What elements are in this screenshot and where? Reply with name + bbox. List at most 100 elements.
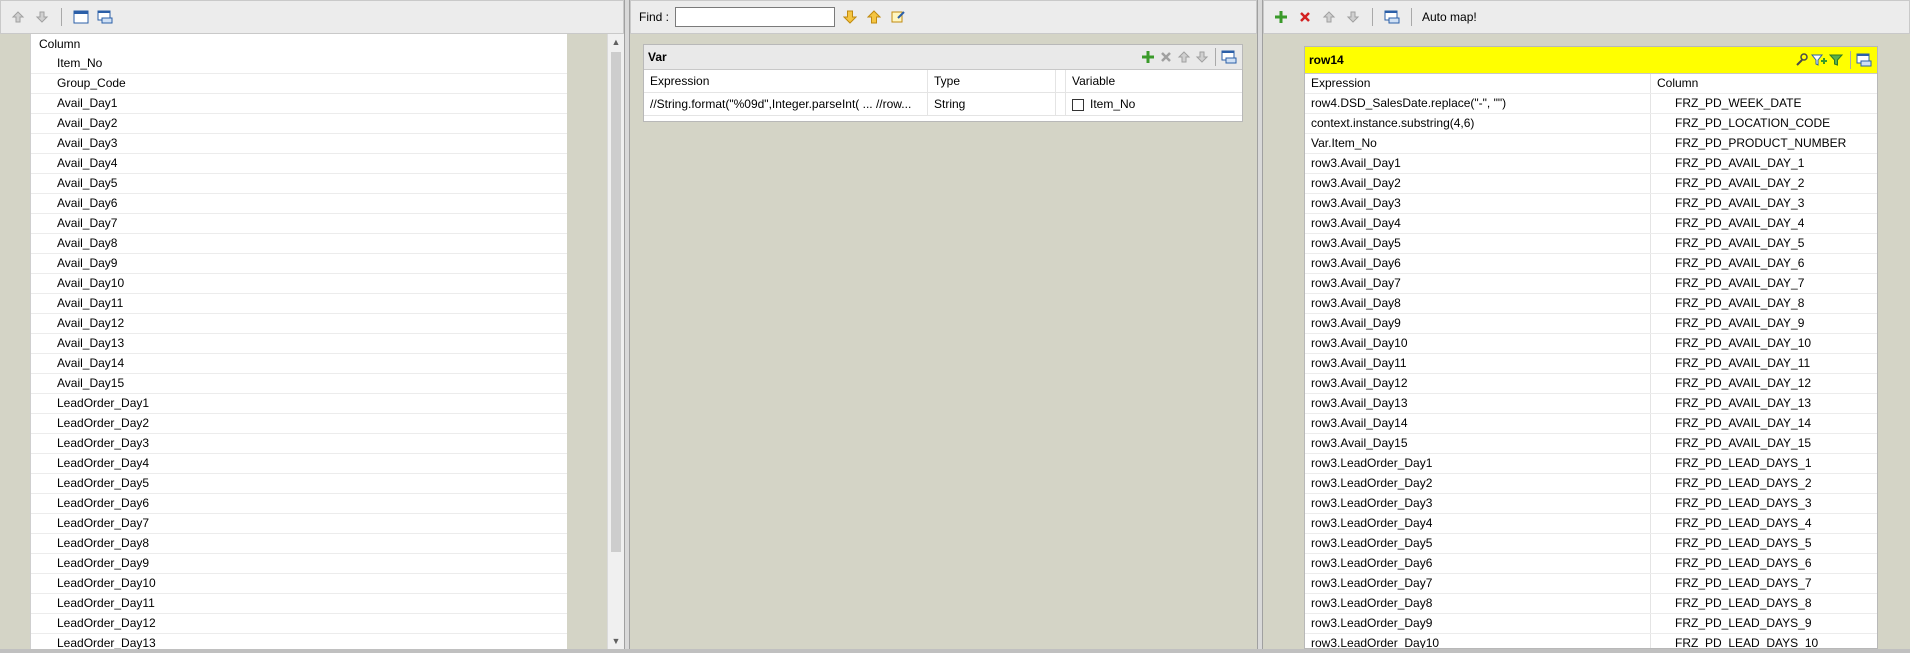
find-input[interactable]	[675, 7, 836, 27]
output-table-row[interactable]: row3.LeadOrder_Day8 FRZ_PD_LEAD_DAYS_8	[1305, 594, 1877, 614]
remove-var-icon[interactable]	[1157, 48, 1175, 66]
var-move-up-icon[interactable]	[1175, 48, 1193, 66]
output-expression-cell[interactable]: row3.LeadOrder_Day1	[1305, 454, 1651, 473]
auto-map-button[interactable]: Auto map!	[1422, 10, 1477, 24]
output-column-cell[interactable]: FRZ_PD_PRODUCT_NUMBER	[1651, 134, 1846, 153]
output-table-row[interactable]: row3.LeadOrder_Day7 FRZ_PD_LEAD_DAYS_7	[1305, 574, 1877, 594]
output-table-row[interactable]: row3.Avail_Day7 FRZ_PD_AVAIL_DAY_7	[1305, 274, 1877, 294]
var-type-cell[interactable]: String	[928, 93, 1056, 115]
output-column-cell[interactable]: FRZ_PD_AVAIL_DAY_11	[1651, 354, 1810, 373]
var-move-down-icon[interactable]	[1193, 48, 1211, 66]
output-move-down-icon[interactable]	[1344, 8, 1362, 26]
output-expression-cell[interactable]: row3.Avail_Day4	[1305, 214, 1651, 233]
find-previous-icon[interactable]	[865, 8, 883, 26]
output-expression-cell[interactable]: row3.Avail_Day15	[1305, 434, 1651, 453]
output-expression-cell[interactable]: row3.LeadOrder_Day2	[1305, 474, 1651, 493]
output-expression-cell[interactable]: row3.Avail_Day1	[1305, 154, 1651, 173]
input-column-row[interactable]: LeadOrder_Day7	[31, 514, 567, 534]
move-up-icon[interactable]	[9, 8, 27, 26]
output-column-cell[interactable]: FRZ_PD_LOCATION_CODE	[1651, 114, 1830, 133]
output-expression-cell[interactable]: row3.Avail_Day3	[1305, 194, 1651, 213]
output-column-cell[interactable]: FRZ_PD_AVAIL_DAY_5	[1651, 234, 1804, 253]
output-table-row[interactable]: row3.Avail_Day12 FRZ_PD_AVAIL_DAY_12	[1305, 374, 1877, 394]
output-table-row[interactable]: row3.Avail_Day6 FRZ_PD_AVAIL_DAY_6	[1305, 254, 1877, 274]
input-column-row[interactable]: Avail_Day14	[31, 354, 567, 374]
output-table-row[interactable]: row3.LeadOrder_Day3 FRZ_PD_LEAD_DAYS_3	[1305, 494, 1877, 514]
input-column-row[interactable]: Avail_Day11	[31, 294, 567, 314]
input-column-row[interactable]: Avail_Day6	[31, 194, 567, 214]
output-column-cell[interactable]: FRZ_PD_LEAD_DAYS_8	[1651, 594, 1812, 613]
output-expression-cell[interactable]: row3.Avail_Day14	[1305, 414, 1651, 433]
scroll-thumb[interactable]	[611, 52, 621, 552]
output-table-row[interactable]: row4.DSD_SalesDate.replace("-", "") FRZ_P…	[1305, 94, 1877, 114]
output-table-minimize-icon[interactable]	[1855, 51, 1873, 69]
input-column-row[interactable]: LeadOrder_Day6	[31, 494, 567, 514]
input-column-row[interactable]: Avail_Day5	[31, 174, 567, 194]
input-column-row[interactable]: LeadOrder_Day9	[31, 554, 567, 574]
output-column-cell[interactable]: FRZ_PD_AVAIL_DAY_13	[1651, 394, 1811, 413]
output-expression-cell[interactable]: row3.Avail_Day6	[1305, 254, 1651, 273]
output-expression-cell[interactable]: row3.Avail_Day10	[1305, 334, 1651, 353]
output-expression-cell[interactable]: row3.Avail_Day8	[1305, 294, 1651, 313]
add-filter-row-icon[interactable]	[1810, 51, 1828, 69]
output-table-row[interactable]: row3.LeadOrder_Day5 FRZ_PD_LEAD_DAYS_5	[1305, 534, 1877, 554]
output-expression-cell[interactable]: row3.Avail_Day7	[1305, 274, 1651, 293]
output-expression-cell[interactable]: context.instance.substring(4,6)	[1305, 114, 1651, 133]
output-table-row[interactable]: Var.Item_No FRZ_PD_PRODUCT_NUMBER	[1305, 134, 1877, 154]
output-column-cell[interactable]: FRZ_PD_LEAD_DAYS_3	[1651, 494, 1812, 513]
output-expression-cell[interactable]: row3.LeadOrder_Day8	[1305, 594, 1651, 613]
output-column-cell[interactable]: FRZ_PD_AVAIL_DAY_15	[1651, 434, 1811, 453]
input-column-row[interactable]: Avail_Day7	[31, 214, 567, 234]
output-column-cell[interactable]: FRZ_PD_AVAIL_DAY_4	[1651, 214, 1804, 233]
input-column-row[interactable]: Item_No	[31, 54, 567, 74]
output-table-row[interactable]: row3.Avail_Day1 FRZ_PD_AVAIL_DAY_1	[1305, 154, 1877, 174]
schema-editor-icon[interactable]	[96, 8, 114, 26]
output-column-cell[interactable]: FRZ_PD_AVAIL_DAY_9	[1651, 314, 1804, 333]
var-variable-cell[interactable]: Item_No	[1066, 93, 1242, 115]
output-expression-cell[interactable]: row3.LeadOrder_Day7	[1305, 574, 1651, 593]
output-column-cell[interactable]: FRZ_PD_LEAD_DAYS_9	[1651, 614, 1812, 633]
output-column-cell[interactable]: FRZ_PD_LEAD_DAYS_2	[1651, 474, 1812, 493]
output-table-row[interactable]: row3.LeadOrder_Day4 FRZ_PD_LEAD_DAYS_4	[1305, 514, 1877, 534]
output-table-row[interactable]: row3.Avail_Day3 FRZ_PD_AVAIL_DAY_3	[1305, 194, 1877, 214]
input-column-row[interactable]: Avail_Day9	[31, 254, 567, 274]
output-table-row[interactable]: row3.Avail_Day11 FRZ_PD_AVAIL_DAY_11	[1305, 354, 1877, 374]
remove-output-icon[interactable]	[1296, 8, 1314, 26]
output-table-row[interactable]: row3.LeadOrder_Day2 FRZ_PD_LEAD_DAYS_2	[1305, 474, 1877, 494]
output-minimize-icon[interactable]	[1383, 8, 1401, 26]
move-down-icon[interactable]	[33, 8, 51, 26]
output-move-up-icon[interactable]	[1320, 8, 1338, 26]
output-column-cell[interactable]: FRZ_PD_AVAIL_DAY_3	[1651, 194, 1804, 213]
add-var-icon[interactable]	[1139, 48, 1157, 66]
output-expression-cell[interactable]: row3.LeadOrder_Day6	[1305, 554, 1651, 573]
scroll-down-arrow[interactable]: ▼	[608, 633, 624, 649]
input-column-row[interactable]: LeadOrder_Day12	[31, 614, 567, 634]
input-column-row[interactable]: LeadOrder_Day1	[31, 394, 567, 414]
output-expression-cell[interactable]: row3.LeadOrder_Day5	[1305, 534, 1651, 553]
output-column-cell[interactable]: FRZ_PD_AVAIL_DAY_10	[1651, 334, 1811, 353]
input-column-row[interactable]: Avail_Day12	[31, 314, 567, 334]
input-column-row[interactable]: LeadOrder_Day10	[31, 574, 567, 594]
input-column-row[interactable]: LeadOrder_Day11	[31, 594, 567, 614]
output-expression-cell[interactable]: Var.Item_No	[1305, 134, 1651, 153]
output-column-cell[interactable]: FRZ_PD_LEAD_DAYS_6	[1651, 554, 1812, 573]
output-column-cell[interactable]: FRZ_PD_WEEK_DATE	[1651, 94, 1801, 113]
output-column-cell[interactable]: FRZ_PD_LEAD_DAYS_1	[1651, 454, 1812, 473]
table-view-icon[interactable]	[72, 8, 90, 26]
settings-wrench-icon[interactable]	[1792, 51, 1810, 69]
output-table-row[interactable]: row3.LeadOrder_Day10 FRZ_PD_LEAD_DAYS_10	[1305, 634, 1877, 648]
output-column-cell[interactable]: FRZ_PD_LEAD_DAYS_4	[1651, 514, 1812, 533]
output-table-row[interactable]: row3.LeadOrder_Day9 FRZ_PD_LEAD_DAYS_9	[1305, 614, 1877, 634]
input-column-row[interactable]: Avail_Day10	[31, 274, 567, 294]
output-column-cell[interactable]: FRZ_PD_AVAIL_DAY_7	[1651, 274, 1804, 293]
output-table-row[interactable]: row3.Avail_Day13 FRZ_PD_AVAIL_DAY_13	[1305, 394, 1877, 414]
input-column-row[interactable]: Avail_Day15	[31, 374, 567, 394]
output-table-row[interactable]: row3.Avail_Day5 FRZ_PD_AVAIL_DAY_5	[1305, 234, 1877, 254]
input-column-row[interactable]: Avail_Day1	[31, 94, 567, 114]
input-column-row[interactable]: Avail_Day4	[31, 154, 567, 174]
output-column-cell[interactable]: FRZ_PD_AVAIL_DAY_6	[1651, 254, 1804, 273]
output-column-cell[interactable]: FRZ_PD_LEAD_DAYS_7	[1651, 574, 1812, 593]
output-expression-cell[interactable]: row3.LeadOrder_Day3	[1305, 494, 1651, 513]
output-table-row[interactable]: row3.LeadOrder_Day1 FRZ_PD_LEAD_DAYS_1	[1305, 454, 1877, 474]
output-expression-cell[interactable]: row3.Avail_Day9	[1305, 314, 1651, 333]
